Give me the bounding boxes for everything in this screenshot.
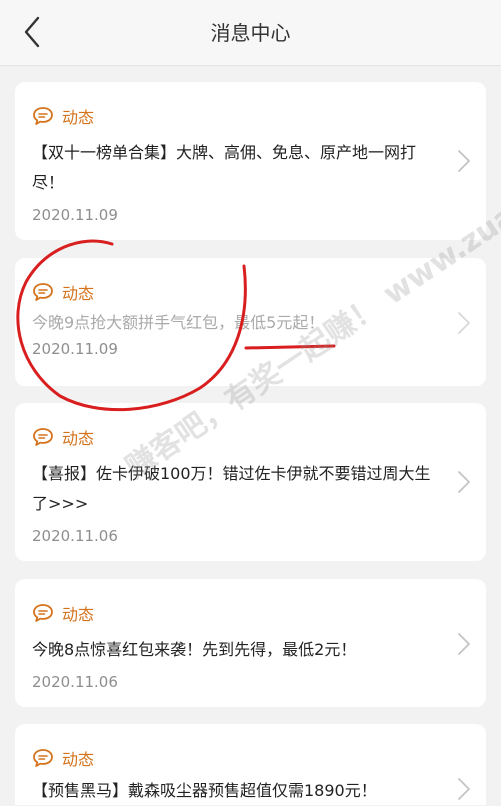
message-type: 动态 <box>62 605 95 624</box>
message-bubble-icon <box>33 428 53 446</box>
chevron-right-icon <box>458 150 470 172</box>
message-text: 今晚9点抢大额拼手气红包，最低5元起！ <box>32 313 325 332</box>
chevron-right-icon <box>458 312 470 334</box>
message-text: 【喜报】佐卡伊破100万！错过佐卡伊就不要错过周大生了>>> <box>32 464 431 513</box>
message-card-4[interactable]: 动态 今晚8点惊喜红包来袭！先到先得，最低2元！ 2020.11.06 <box>15 579 486 707</box>
message-text: 今晚8点惊喜红包来袭！先到先得，最低2元！ <box>32 640 357 659</box>
header-bar: 消息中心 <box>0 0 501 66</box>
chevron-right-icon <box>458 633 470 655</box>
message-bubble-icon <box>33 107 53 125</box>
message-type: 动态 <box>62 750 95 769</box>
message-bubble-icon <box>33 283 53 301</box>
message-date: 2020.11.09 <box>32 206 118 224</box>
message-type: 动态 <box>62 108 95 127</box>
message-card-2[interactable]: 动态 今晚9点抢大额拼手气红包，最低5元起！ 2020.11.09 <box>15 258 486 386</box>
chevron-right-icon <box>458 471 470 493</box>
message-type: 动态 <box>62 429 95 448</box>
message-date: 2020.11.06 <box>32 527 118 545</box>
message-type: 动态 <box>62 284 95 303</box>
message-date: 2020.11.09 <box>32 340 118 358</box>
message-bubble-icon <box>33 604 53 622</box>
message-text: 【双十一榜单合集】大牌、高佣、免息、原产地一网打尽！ <box>32 143 417 192</box>
message-bubble-icon <box>33 749 53 767</box>
message-card-5[interactable]: 动态 【预售黑马】戴森吸尘器预售超值仅需1890元！ <box>15 724 486 805</box>
message-text: 【预售黑马】戴森吸尘器预售超值仅需1890元！ <box>32 781 377 800</box>
chevron-right-icon <box>458 778 470 800</box>
message-card-3[interactable]: 动态 【喜报】佐卡伊破100万！错过佐卡伊就不要错过周大生了>>> 2020.1… <box>15 403 486 561</box>
message-date: 2020.11.06 <box>32 673 118 691</box>
message-card-1[interactable]: 动态 【双十一榜单合集】大牌、高佣、免息、原产地一网打尽！ 2020.11.09 <box>15 82 486 240</box>
page-title: 消息中心 <box>210 21 291 45</box>
